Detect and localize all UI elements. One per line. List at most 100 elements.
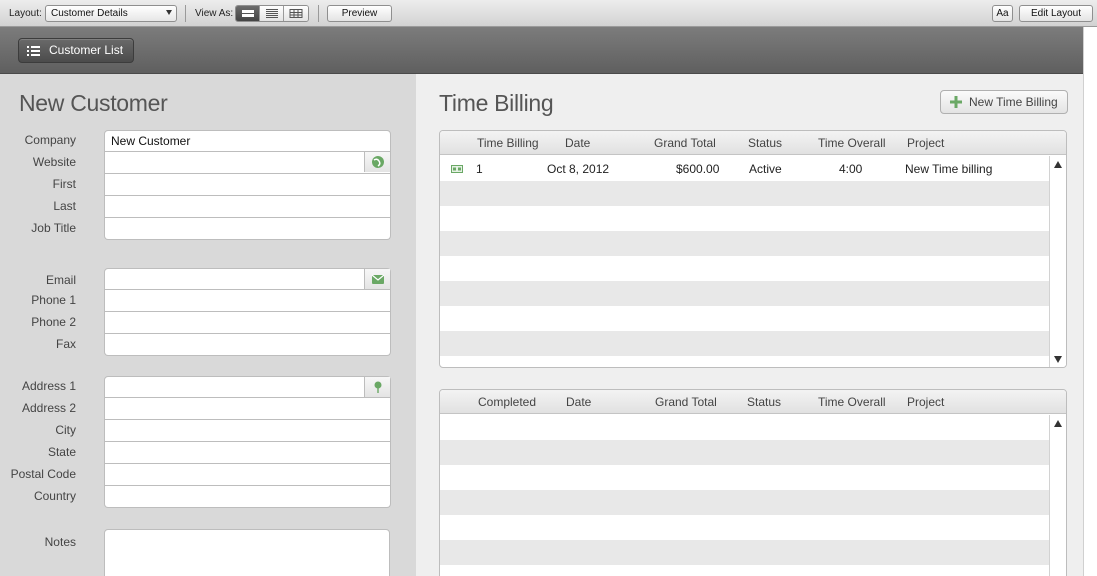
country-field[interactable] <box>104 486 391 508</box>
field-row-job-title: Job Title <box>0 218 400 240</box>
last-name-field[interactable] <box>104 196 391 218</box>
col-header-date: Date <box>565 136 591 150</box>
portal-scrollbar[interactable] <box>1049 156 1066 367</box>
toolbar-divider <box>185 5 186 22</box>
field-row-company: Company New Customer <box>0 130 400 152</box>
field-row-fax: Fax <box>0 334 400 356</box>
cell-time-overall: 4:00 <box>839 162 863 176</box>
table-row[interactable] <box>440 465 1049 490</box>
portal-scrollbar[interactable] <box>1049 415 1066 576</box>
notes-field[interactable] <box>104 529 390 576</box>
time-billing-portal: Time Billing Date Grand Total Status Tim… <box>439 130 1067 368</box>
cell-grand-total: $600.00 <box>676 162 720 176</box>
company-label: Company <box>24 133 76 147</box>
edit-layout-button[interactable]: Edit Layout <box>1019 5 1093 22</box>
status-toolbar: Layout: Customer Details View As: Previe… <box>0 0 1097 27</box>
time-billing-title: Time Billing <box>439 90 554 116</box>
open-website-button[interactable] <box>364 152 390 172</box>
table-row[interactable] <box>440 256 1049 281</box>
view-as-group <box>235 5 309 22</box>
table-row[interactable] <box>440 306 1049 331</box>
cell-status: Active <box>749 162 782 176</box>
field-row-website: Website <box>0 152 400 174</box>
list-view-icon <box>266 9 278 18</box>
city-label: City <box>55 423 76 437</box>
customer-title: New Customer <box>19 90 168 116</box>
email-label: Email <box>45 273 76 287</box>
job-title-label: Job Title <box>31 221 76 235</box>
layout-header: Customer List <box>0 27 1083 74</box>
website-label: Website <box>32 155 76 169</box>
customer-details-panel: New Customer Company New Customer Websit… <box>0 74 416 576</box>
col-header-status: Status <box>747 395 782 409</box>
fax-field[interactable] <box>104 334 391 356</box>
scroll-up-arrow-icon[interactable] <box>1054 161 1062 168</box>
phone1-label: Phone 1 <box>31 293 76 307</box>
portal-header: Completed Date Grand Total Status Time O… <box>440 390 1066 414</box>
phone2-field[interactable] <box>104 312 391 334</box>
phone1-field[interactable] <box>104 290 391 312</box>
table-row[interactable] <box>440 281 1049 306</box>
table-row[interactable]: 1 Oct 8, 2012 $600.00 Active 4:00 New Ti… <box>440 156 1049 181</box>
table-row[interactable] <box>440 490 1049 515</box>
state-field[interactable] <box>104 442 391 464</box>
col-header-grand-total: Grand Total <box>655 395 717 409</box>
table-row[interactable] <box>440 415 1049 440</box>
table-row[interactable] <box>440 515 1049 540</box>
cell-project: New Time billing <box>905 162 993 176</box>
table-row[interactable] <box>440 181 1049 206</box>
new-time-billing-button[interactable]: New Time Billing <box>940 90 1068 114</box>
col-header-time-overall: Time Overall <box>818 395 886 409</box>
new-time-billing-label: New Time Billing <box>969 95 1058 109</box>
list-icon <box>27 46 40 56</box>
portal-header: Time Billing Date Grand Total Status Tim… <box>440 131 1066 155</box>
table-row[interactable] <box>440 540 1049 565</box>
website-field[interactable] <box>104 152 391 174</box>
field-row-last: Last <box>0 196 400 218</box>
scroll-down-arrow-icon[interactable] <box>1054 356 1062 363</box>
customer-list-label: Customer List <box>49 43 124 57</box>
job-title-field[interactable] <box>104 218 391 240</box>
table-row[interactable] <box>440 206 1049 231</box>
notes-label: Notes <box>44 535 76 549</box>
list-view-button[interactable] <box>260 6 284 21</box>
view-as-label: View As: <box>195 8 234 19</box>
city-field[interactable] <box>104 420 391 442</box>
phone2-label: Phone 2 <box>31 315 76 329</box>
field-row-phone1: Phone 1 <box>0 290 400 312</box>
preview-button[interactable]: Preview <box>327 5 392 22</box>
show-map-button[interactable] <box>364 377 390 397</box>
map-pin-icon <box>374 381 382 393</box>
table-row[interactable] <box>440 331 1049 356</box>
table-row[interactable] <box>440 231 1049 256</box>
window-scrollbar[interactable] <box>1083 27 1097 576</box>
globe-icon <box>372 156 384 168</box>
form-view-button[interactable] <box>236 6 260 21</box>
completed-portal: Completed Date Grand Total Status Time O… <box>439 389 1067 576</box>
text-formatting-button[interactable]: Aa <box>992 5 1013 22</box>
last-name-label: Last <box>53 199 76 213</box>
col-header-date: Date <box>566 395 592 409</box>
col-header-status: Status <box>748 136 783 150</box>
table-row[interactable] <box>440 440 1049 465</box>
cell-time-billing-id: 1 <box>476 162 483 176</box>
col-header-project: Project <box>907 395 945 409</box>
postal-code-label: Postal Code <box>10 467 76 481</box>
scroll-up-arrow-icon[interactable] <box>1054 420 1062 427</box>
layout-select[interactable]: Customer Details <box>45 5 177 22</box>
first-name-field[interactable] <box>104 174 391 196</box>
field-row-address1: Address 1 <box>0 376 400 398</box>
address1-field[interactable] <box>104 376 391 398</box>
address2-label: Address 2 <box>21 401 76 415</box>
customer-list-button[interactable]: Customer List <box>18 38 134 63</box>
email-field[interactable] <box>104 268 391 290</box>
send-email-button[interactable] <box>364 269 390 289</box>
address2-field[interactable] <box>104 398 391 420</box>
postal-code-field[interactable] <box>104 464 391 486</box>
table-view-button[interactable] <box>284 6 308 21</box>
company-field[interactable]: New Customer <box>104 130 391 152</box>
fax-label: Fax <box>55 337 76 351</box>
form-view-icon <box>242 10 254 17</box>
field-row-postal-code: Postal Code <box>0 464 400 486</box>
record-icon <box>451 165 463 173</box>
